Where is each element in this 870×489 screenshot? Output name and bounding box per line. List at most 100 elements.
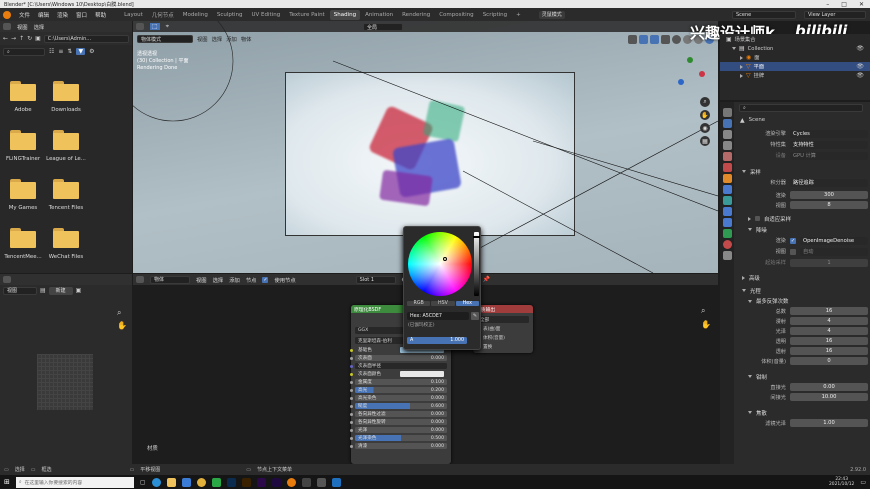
menu-view[interactable]: 视图 — [196, 276, 207, 284]
perspective-toggle-icon[interactable]: ▦ — [700, 136, 710, 146]
image-browse-icon[interactable]: ▤ — [40, 287, 46, 294]
menu-node[interactable]: 节点 — [246, 276, 257, 284]
zoom-icon[interactable]: ⌕ — [700, 97, 710, 107]
sampling-section-header[interactable]: 采样 — [736, 166, 870, 177]
editor-type-icon[interactable] — [3, 276, 11, 283]
output-tab-icon[interactable] — [722, 130, 732, 139]
properties-search-input[interactable]: ⌕ — [739, 104, 863, 112]
edge-app-icon[interactable] — [151, 477, 161, 487]
sort-icon[interactable]: ⇅ — [67, 48, 72, 55]
hex-input[interactable]: Hex: A5CDE7 — [407, 312, 469, 320]
output-surface-input[interactable]: 表(曲)面 — [483, 326, 500, 332]
denoiser-dropdown[interactable]: OpenImageDenoise — [800, 236, 868, 245]
output-volume-input[interactable]: 体积(音量) — [483, 335, 505, 341]
pan-hand-icon[interactable]: ✋ — [700, 110, 710, 120]
image-new-button[interactable]: 新建 — [48, 286, 73, 295]
input-socket[interactable] — [350, 444, 353, 448]
pan-hand-icon[interactable]: ✋ — [701, 320, 711, 329]
clamp-indirect-field[interactable]: 10.00 — [790, 393, 868, 401]
device-dropdown[interactable]: GPU 计算 — [790, 151, 868, 160]
input-socket[interactable] — [350, 436, 353, 440]
windows-start-icon[interactable]: ⊞ — [4, 478, 10, 486]
wechat-app-icon[interactable] — [211, 477, 221, 487]
pan-hand-icon[interactable]: ✋ — [117, 321, 127, 330]
denoise-viewport-dropdown[interactable]: 自动 — [800, 247, 868, 256]
render-tab-icon[interactable] — [722, 119, 732, 128]
node-input-row[interactable]: 金属度 0.100 — [350, 379, 447, 385]
tab-texture-paint[interactable]: Texture Paint — [285, 10, 329, 20]
start-sample-field[interactable]: 1 — [790, 258, 868, 267]
illustrator-app-icon[interactable] — [241, 477, 251, 487]
chrome-app-icon[interactable] — [196, 477, 206, 487]
editor-type-icon[interactable] — [136, 276, 144, 283]
render-engine-dropdown[interactable]: Cycles — [790, 129, 868, 138]
input-socket[interactable] — [350, 364, 353, 368]
menu-file[interactable]: 文件 — [19, 11, 30, 19]
expand-icon[interactable] — [740, 55, 743, 60]
options-icon[interactable]: ⚙ — [89, 48, 94, 55]
feature-set-dropdown[interactable]: 支持特性 — [790, 140, 868, 149]
output-target-dropdown[interactable]: 全部 — [477, 316, 529, 323]
input-socket[interactable] — [350, 356, 353, 360]
expand-icon[interactable] — [740, 64, 743, 69]
menu-view[interactable]: 视图 — [17, 23, 28, 31]
bounce-total-field[interactable]: 16 — [790, 307, 868, 315]
filter-icon[interactable]: ▼ — [76, 48, 86, 55]
scene-selector[interactable]: Scene — [732, 10, 796, 19]
input-socket[interactable] — [350, 380, 353, 384]
output-displacement-input[interactable]: 置换 — [483, 344, 492, 350]
node-input-row[interactable]: 清漆 0.000 — [350, 443, 447, 449]
node-input-row[interactable]: 光泽 0.000 — [350, 427, 447, 433]
app-icon[interactable] — [301, 477, 311, 487]
view-layer-tab-icon[interactable] — [722, 141, 732, 150]
menu-select[interactable]: 选择 — [213, 276, 224, 284]
menu-add[interactable]: 添加 — [229, 276, 240, 284]
photoshop-app-icon[interactable] — [226, 477, 236, 487]
editor-type-icon[interactable] — [3, 23, 11, 30]
path-field[interactable]: C:\Users\Admin... — [43, 34, 129, 43]
bounce-diffuse-field[interactable]: 4 — [790, 317, 868, 325]
tab-shading[interactable]: Shading — [329, 9, 361, 20]
refresh-icon[interactable]: ↻ — [27, 35, 32, 42]
bounce-glossy-field[interactable]: 4 — [790, 327, 868, 335]
zoom-icon[interactable]: ⌕ — [117, 308, 121, 318]
viewport-samples-field[interactable]: 8 — [790, 201, 868, 209]
tab-compositing[interactable]: Compositing — [435, 10, 477, 20]
task-view-icon[interactable]: ▢ — [140, 479, 146, 486]
premiere-app-icon[interactable] — [256, 477, 266, 487]
output-node-header[interactable]: 材质输出 — [473, 305, 533, 313]
filter-glossy-field[interactable]: 1.00 — [790, 419, 868, 427]
expand-icon[interactable] — [732, 47, 736, 50]
tab-scripting[interactable]: Scripting — [479, 10, 511, 20]
physics-tab-icon[interactable] — [722, 207, 732, 216]
world-tab-icon[interactable] — [722, 163, 732, 172]
aftereffects-app-icon[interactable] — [271, 477, 281, 487]
image-open-icon[interactable]: ▣ — [76, 287, 82, 294]
particles-tab-icon[interactable] — [722, 196, 732, 205]
input-socket[interactable] — [350, 412, 353, 416]
tab-hsv[interactable]: HSV — [431, 301, 455, 306]
notification-icon[interactable]: ▭ — [860, 479, 866, 486]
use-nodes-checkbox[interactable]: ✓ — [262, 276, 269, 283]
outliner-collection-row[interactable]: ▤ Collection 👁 — [720, 44, 870, 53]
value-slider-handle[interactable] — [473, 236, 480, 238]
advanced-section-header[interactable]: 高级 — [736, 272, 870, 283]
node-input-row[interactable]: 各向异性过滤 0.000 — [350, 411, 447, 417]
input-socket[interactable] — [350, 404, 353, 408]
view-thumbnails-icon[interactable]: ☷ — [49, 48, 54, 55]
bounce-volume-field[interactable]: 0 — [790, 357, 868, 365]
input-socket[interactable] — [350, 372, 353, 376]
expand-icon[interactable] — [740, 73, 743, 78]
input-socket[interactable] — [350, 348, 353, 352]
view-list-icon[interactable]: ≡ — [58, 48, 63, 55]
maximize-icon[interactable]: □ — [841, 1, 847, 8]
denoise-section-header[interactable]: 降噪 — [736, 224, 870, 235]
menu-render[interactable]: 渲染 — [57, 11, 68, 19]
preset-button[interactable]: 灵鼠模式 — [538, 10, 565, 19]
store-app-icon[interactable] — [181, 477, 191, 487]
material-tab-icon[interactable] — [722, 240, 732, 249]
constraints-tab-icon[interactable] — [722, 218, 732, 227]
folder-item[interactable]: Tencent Files — [38, 179, 94, 211]
tab-modeling[interactable]: Modeling — [179, 10, 212, 20]
blender-logo-icon[interactable] — [3, 10, 11, 19]
